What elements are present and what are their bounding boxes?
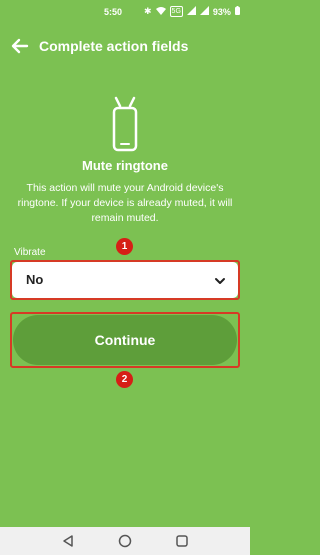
system-nav-bar [0,527,250,555]
continue-button[interactable]: Continue [13,315,237,365]
status-bar: 5:50 ✱ 5G 93% [0,0,250,24]
action-description: This action will mute your Android devic… [17,182,233,224]
home-circle-icon[interactable] [117,533,133,549]
step-marker-1: 1 [116,238,133,255]
network-badge: 5G [169,6,183,17]
back-triangle-icon[interactable] [60,533,76,549]
bluetooth-icon: ✱ [144,6,152,16]
signal-icon [186,6,196,17]
wifi-icon [155,6,166,17]
vibrate-selected-value: No [26,272,44,287]
app-header: Complete action fields [0,28,250,64]
battery-percent: 93% [212,6,231,17]
status-icons: ✱ 5G 93% [144,6,240,17]
action-title: Mute ringtone [82,158,168,173]
signal-icon-2 [199,6,209,17]
vibrate-select[interactable]: No [12,262,238,298]
page-title: Complete action fields [39,38,189,54]
battery-icon [234,6,240,17]
recents-square-icon[interactable] [174,533,190,549]
status-time: 5:50 [104,7,123,17]
step-marker-2: 2 [116,371,133,388]
arrow-left-icon[interactable] [10,36,30,56]
chevron-down-icon [214,274,226,286]
vibrate-label: Vibrate [14,247,46,258]
android-phone-icon [108,96,142,152]
